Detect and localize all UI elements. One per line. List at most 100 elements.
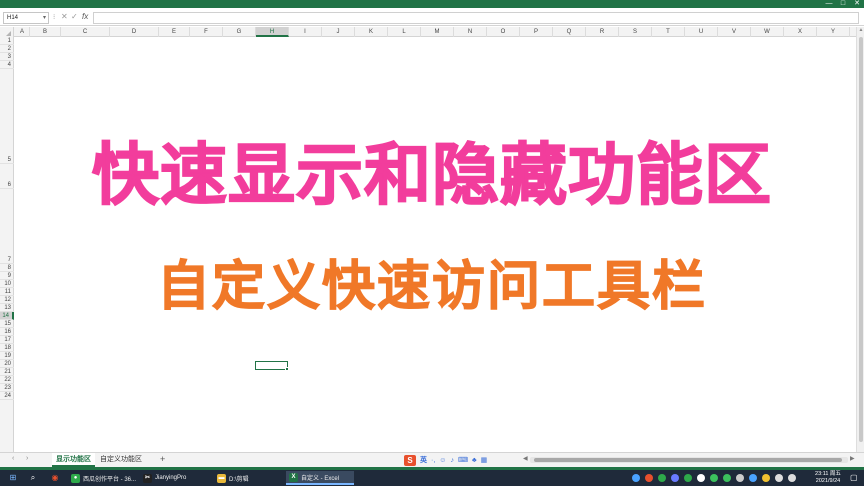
volume-icon[interactable] [788,474,796,482]
maximize-button[interactable]: □ [836,0,850,8]
keyboard-icon[interactable]: ⌨ [458,456,468,464]
scroll-right-icon[interactable]: ▶ [850,455,855,462]
scroll-up-icon[interactable]: ▲ [857,27,864,33]
cancel-icon[interactable]: ✕ [61,12,68,21]
formula-input[interactable] [93,12,859,24]
sheet-tab-1[interactable]: 显示功能区 [52,453,95,467]
taskbar-app-xigua[interactable]: ● 西瓜创作平台 - 36... [68,471,136,485]
row-header-2[interactable]: 2 [0,45,14,53]
column-header-r[interactable]: R [586,27,619,37]
taskbar-app-jianying[interactable]: ✂ JianyingPro [140,471,210,485]
tray-wechat-icon[interactable] [658,474,666,482]
tray-green-icon[interactable] [684,474,692,482]
browser-icon[interactable]: ◉ [50,473,60,483]
ime-toolbar: S 英 ·, ☺ ♪ ⌨ ♣ ▦ [404,454,487,466]
skin-icon[interactable]: ♣ [472,457,477,464]
column-header-i[interactable]: I [289,27,322,37]
taskbar-app-label: D:\剪辑 [229,476,249,483]
column-header-l[interactable]: L [388,27,421,37]
sogou-logo-icon[interactable]: S [404,454,416,466]
column-header-q[interactable]: Q [553,27,586,37]
vertical-scrollbar[interactable]: ▲ [856,27,864,452]
row-header-24[interactable]: 24 [0,392,14,400]
sheet-tab-2[interactable]: 自定义功能区 [96,453,146,467]
add-sheet-icon[interactable]: + [160,454,165,464]
taskbar-app-excel[interactable]: X 自定义 - Excel [286,471,354,485]
row-header-17[interactable]: 17 [0,336,14,344]
column-header-w[interactable]: W [751,27,784,37]
punctuation-icon[interactable]: ·, [431,457,435,464]
column-header-p[interactable]: P [520,27,553,37]
row-header-23[interactable]: 23 [0,384,14,392]
column-header-o[interactable]: O [487,27,520,37]
name-box[interactable]: H14 ▾ [3,12,49,24]
fill-handle[interactable] [285,367,289,371]
row-header-18[interactable]: 18 [0,344,14,352]
vertical-scroll-thumb[interactable] [859,37,863,442]
tray-app7-icon[interactable] [762,474,770,482]
row-header-4[interactable]: 4 [0,61,14,69]
column-header-a[interactable]: A [15,27,30,37]
row-header-19[interactable]: 19 [0,352,14,360]
column-header-b[interactable]: B [30,27,61,37]
tray-app4-icon[interactable] [723,474,731,482]
tray-app5-icon[interactable] [736,474,744,482]
tray-sogou-icon[interactable] [645,474,653,482]
chevron-down-icon[interactable]: ▾ [43,13,46,23]
column-header-k[interactable]: K [355,27,388,37]
row-header-3[interactable]: 3 [0,53,14,61]
taskbar-clock[interactable]: 23:11 周五 2021/9/24 [808,471,848,485]
column-header-v[interactable]: V [718,27,751,37]
row-header-21[interactable]: 21 [0,368,14,376]
next-sheet-icon[interactable]: › [26,455,28,462]
taskbar-app-explorer[interactable]: ▬ D:\剪辑 [214,471,282,485]
column-header-x[interactable]: X [784,27,817,37]
worksheet-grid[interactable] [15,37,856,452]
row-header-15[interactable]: 15 [0,320,14,328]
horizontal-scrollbar[interactable] [530,457,848,463]
row-header-22[interactable]: 22 [0,376,14,384]
ime-language[interactable]: 英 [420,455,427,465]
column-header-t[interactable]: T [652,27,685,37]
column-header-h[interactable]: H [256,27,289,37]
windows-start-icon[interactable]: ⊞ [8,473,18,483]
network-icon[interactable] [775,474,783,482]
column-header-m[interactable]: M [421,27,454,37]
tray-app3-icon[interactable] [710,474,718,482]
notification-icon[interactable]: ▢ [850,473,858,482]
tray-cloud-icon[interactable] [632,474,640,482]
tray-app6-icon[interactable] [749,474,757,482]
close-button[interactable]: ✕ [850,0,864,8]
formula-bar-grip-icon: ⁝ [53,14,56,21]
emoji-icon[interactable]: ☺ [439,457,446,464]
prev-sheet-icon[interactable]: ‹ [12,455,14,462]
row-header: 1 2 3 4 5 6 7 8 9 10 11 12 13 14 15 16 17 18 19 20 21 22 23 24 [0,37,14,452]
tray-app2-icon[interactable] [697,474,705,482]
ribbon-strip: — □ ✕ [0,0,864,8]
scroll-left-icon[interactable]: ◀ [523,455,528,462]
column-header-f[interactable]: F [190,27,223,37]
active-cell-h14[interactable] [255,361,288,370]
column-header-e[interactable]: E [159,27,190,37]
row-header-20[interactable]: 20 [0,360,14,368]
enter-icon[interactable]: ✓ [71,12,78,21]
row-header-1[interactable]: 1 [0,37,14,45]
column-header-g[interactable]: G [223,27,256,37]
column-header-j[interactable]: J [322,27,355,37]
microphone-icon[interactable]: ♪ [450,457,454,464]
search-icon[interactable]: ⌕ [28,473,38,483]
horizontal-scroll-thumb[interactable] [534,458,842,462]
column-header-n[interactable]: N [454,27,487,37]
column-header-u[interactable]: U [685,27,718,37]
row-header-16[interactable]: 16 [0,328,14,336]
column-header-s[interactable]: S [619,27,652,37]
column-header-y[interactable]: Y [817,27,850,37]
select-all-button[interactable] [0,27,14,37]
minimize-button[interactable]: — [822,0,836,8]
sheet-tabs-bar: ‹ › 显示功能区 自定义功能区 + S 英 ·, ☺ ♪ ⌨ ♣ ▦ ◀ ▶ [0,452,864,467]
insert-function-icon[interactable]: fx [82,12,88,21]
column-header-c[interactable]: C [61,27,110,37]
column-header-d[interactable]: D [110,27,159,37]
tray-app-icon[interactable] [671,474,679,482]
toolbox-icon[interactable]: ▦ [481,456,488,464]
